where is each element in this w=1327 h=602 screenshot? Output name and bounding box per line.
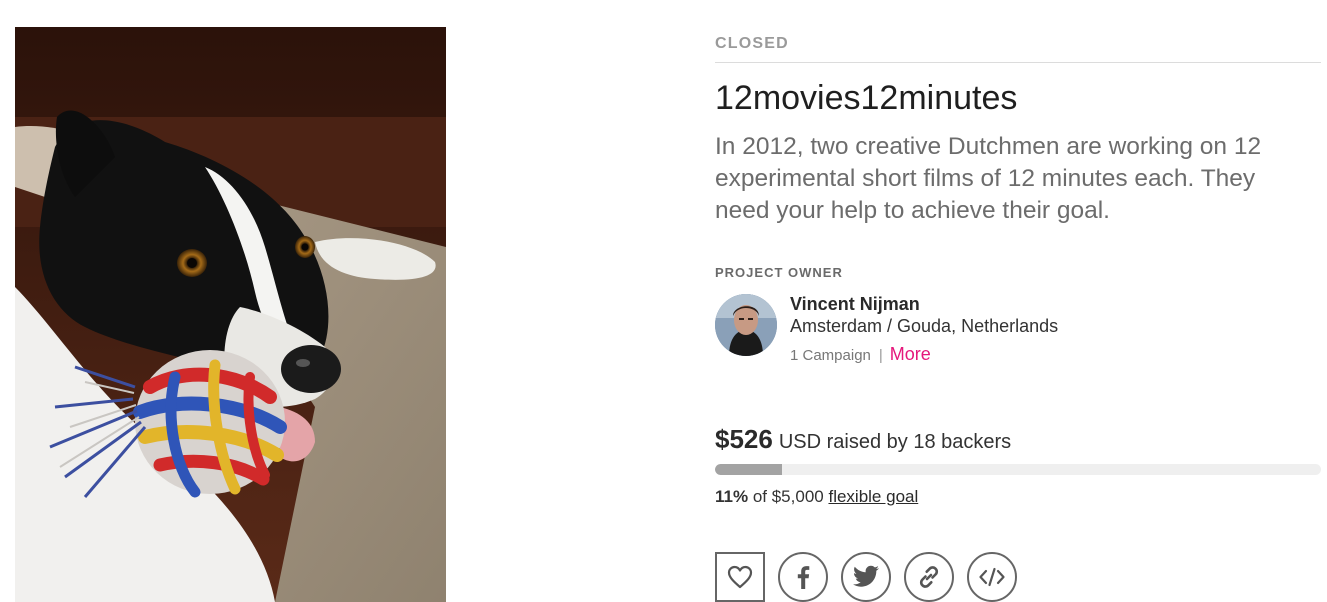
raised-description: USD raised by 18 backers — [778, 431, 1012, 453]
campaign-image — [15, 27, 446, 602]
raised-amount: $526 — [715, 424, 773, 454]
embed-button[interactable] — [967, 552, 1017, 602]
owner-location: Amsterdam / Gouda, Netherlands — [790, 316, 1059, 336]
campaign-info-panel: CLOSED 12movies12minutes In 2012, two cr… — [715, 0, 1321, 602]
funding-goal: 11% of $5,000 flexible goal — [715, 487, 918, 507]
funding-progress-bar — [715, 464, 1321, 475]
heart-icon — [727, 565, 753, 589]
campaign-status: CLOSED — [715, 35, 789, 52]
owner-more-link[interactable]: More — [890, 344, 931, 365]
copy-link-button[interactable] — [904, 552, 954, 602]
owner-name[interactable]: Vincent Nijman — [790, 294, 920, 315]
divider — [715, 62, 1321, 63]
dog-photo — [15, 27, 446, 602]
facebook-icon — [797, 566, 810, 589]
funds-raised: $526 USD raised by 18 backers — [715, 424, 1011, 455]
link-icon — [919, 566, 939, 588]
follow-button[interactable] — [715, 552, 765, 602]
funding-progress-fill — [715, 464, 782, 475]
twitter-icon — [852, 565, 879, 587]
meta-separator: | — [878, 347, 883, 364]
owner-avatar[interactable] — [715, 294, 777, 356]
facebook-share-button[interactable] — [778, 552, 828, 602]
campaign-tagline: In 2012, two creative Dutchmen are worki… — [715, 133, 1262, 224]
embed-icon — [979, 567, 1005, 587]
twitter-share-button[interactable] — [841, 552, 891, 602]
funding-goal-amount: of $5,000 — [752, 487, 824, 506]
flexible-goal-link[interactable]: flexible goal — [828, 487, 918, 506]
funding-percent: 11% — [715, 487, 749, 506]
owner-campaign-count: 1 Campaign — [790, 347, 871, 364]
project-owner-label: PROJECT OWNER — [715, 265, 843, 280]
owner-meta: 1 Campaign | More — [790, 344, 931, 365]
share-actions — [715, 552, 1017, 602]
avatar-photo — [715, 294, 777, 356]
campaign-title: 12movies12minutes — [715, 79, 1018, 117]
